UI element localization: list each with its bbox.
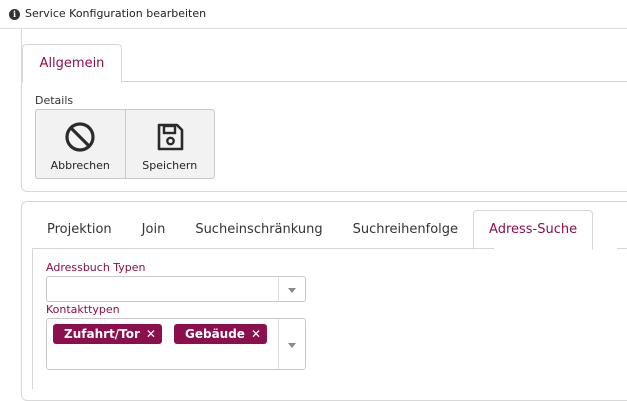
details-label: Details: [35, 94, 74, 107]
remove-tag-icon[interactable]: ✕: [251, 327, 261, 341]
tab-sucheinschraenkung[interactable]: Sucheinschränkung: [180, 210, 337, 249]
ban-icon: [65, 122, 95, 152]
remove-tag-icon[interactable]: ✕: [146, 327, 156, 341]
action-button-group: Abbrechen Speichern: [35, 109, 215, 179]
chevron-down-icon[interactable]: [288, 343, 296, 348]
tag-zufahrt-tor: Zufahrt/Tor ✕: [53, 324, 162, 344]
tag-label: Gebäude: [185, 327, 245, 341]
tab-join[interactable]: Join: [127, 210, 181, 249]
info-icon: i: [9, 9, 20, 20]
config-tabs: Projektion Join Sucheinschränkung Suchre…: [32, 210, 594, 250]
cancel-button-label: Abbrechen: [50, 159, 110, 172]
floppy-disk-icon: [157, 123, 184, 151]
cancel-button[interactable]: Abbrechen: [36, 110, 125, 178]
kontakttypen-label: Kontakttypen: [46, 303, 120, 316]
adressbuch-typen-label: Adressbuch Typen: [46, 261, 146, 274]
chevron-down-icon[interactable]: [288, 288, 296, 293]
select-separator: [278, 277, 279, 301]
tag-gebaeude: Gebäude ✕: [174, 324, 268, 344]
kontakttypen-multiselect[interactable]: Zufahrt/Tor ✕ Gebäude ✕: [46, 318, 306, 370]
save-button-label: Speichern: [142, 159, 198, 172]
tag-label: Zufahrt/Tor: [64, 327, 140, 341]
save-button[interactable]: Speichern: [124, 110, 215, 178]
tab-projektion[interactable]: Projektion: [32, 210, 127, 249]
select-separator: [278, 319, 279, 369]
tab-allgemein[interactable]: Allgemein: [22, 44, 122, 83]
window-title: Service Konfiguration bearbeiten: [25, 7, 207, 20]
adressbuch-typen-select[interactable]: [46, 276, 306, 302]
title-bar: i Service Konfiguration bearbeiten: [0, 0, 627, 29]
tab-divider: [121, 81, 627, 82]
tab-suchreihenfolge[interactable]: Suchreihenfolge: [338, 210, 473, 249]
tab-adress-suche[interactable]: Adress-Suche: [473, 210, 594, 250]
